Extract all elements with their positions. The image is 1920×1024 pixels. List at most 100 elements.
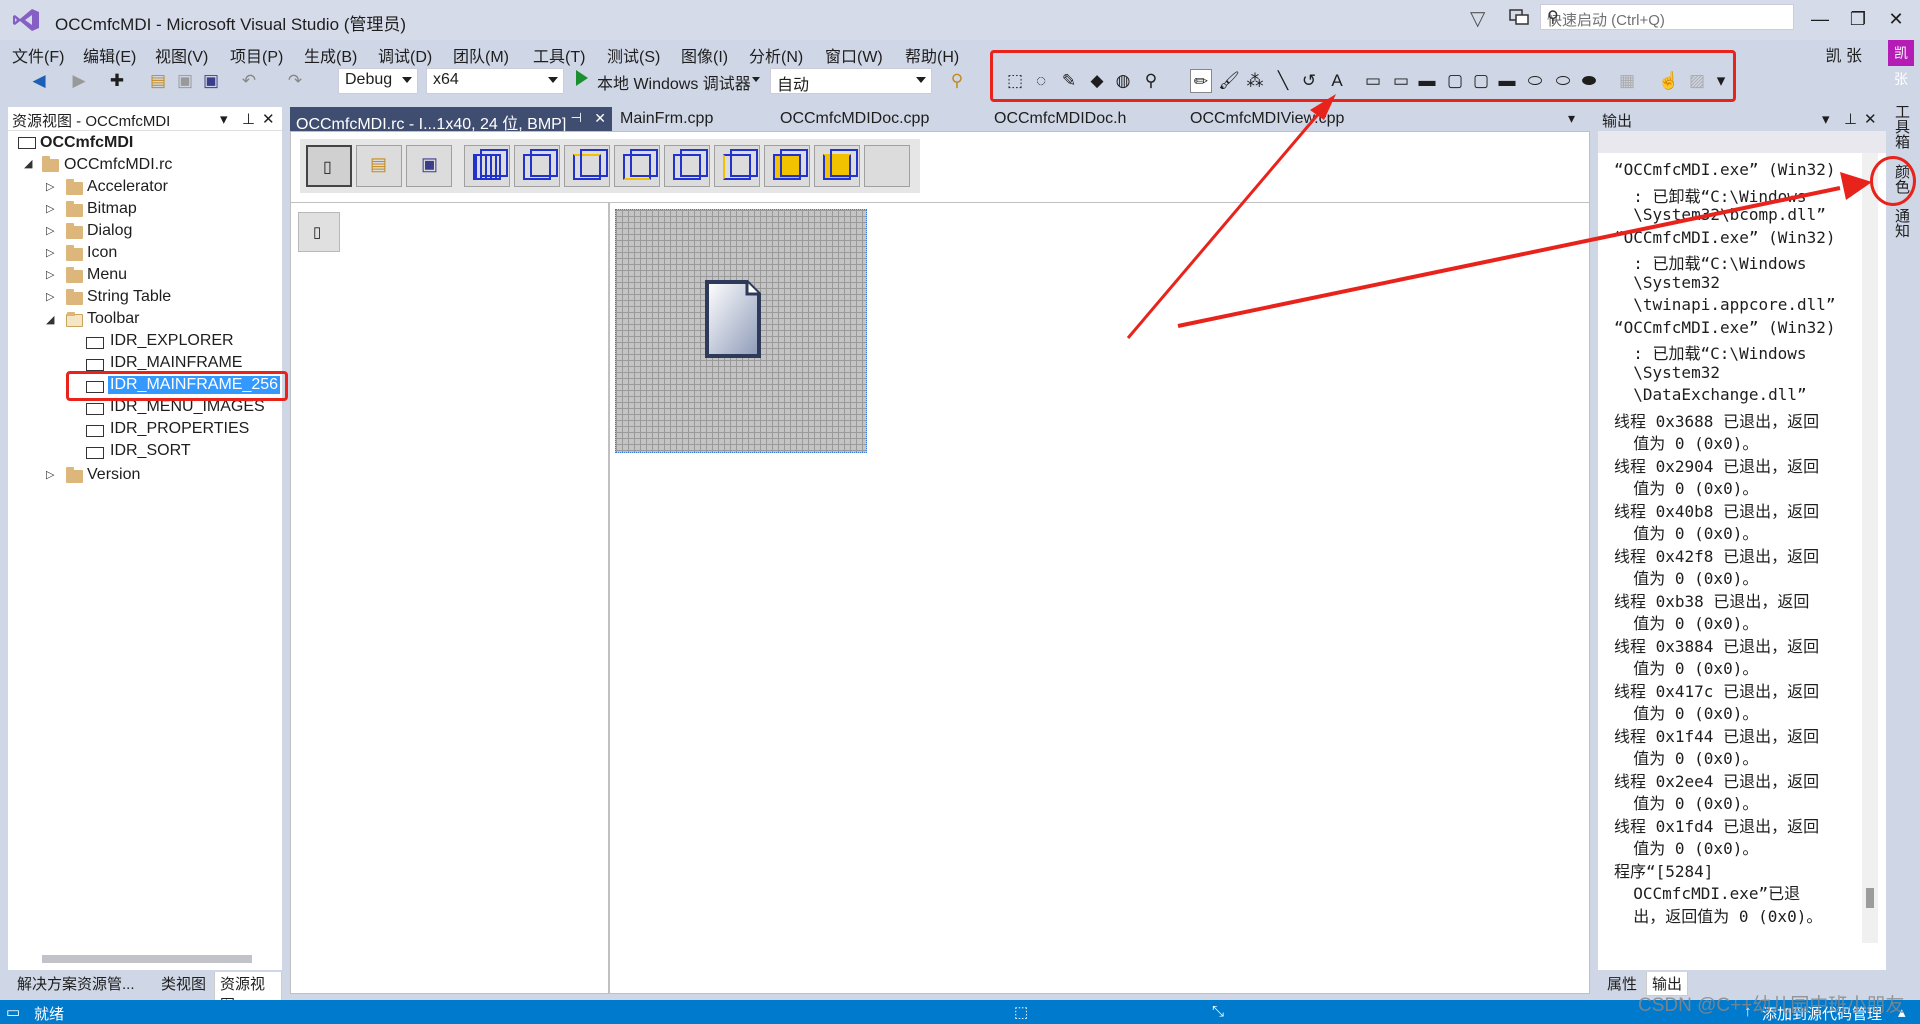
debug-mode-select[interactable]: 自动 [770, 68, 932, 94]
menu-project[interactable]: 项目(P) [230, 43, 283, 67]
toolbar-button-cube-8[interactable] [814, 145, 860, 187]
menu-image[interactable]: 图像(I) [681, 43, 728, 67]
tree-rc-file[interactable]: OCCmfcMDI.rc [64, 156, 172, 174]
expanded-arrow-icon[interactable]: ◢ [24, 157, 32, 170]
avatar[interactable]: 凯张 [1888, 40, 1914, 87]
side-tab-notifications[interactable]: 通知 [1888, 208, 1912, 238]
scrollbar-thumb[interactable] [1866, 888, 1874, 908]
minimize-button[interactable]: — [1800, 4, 1840, 34]
tree-folder-version[interactable]: Version [87, 466, 140, 484]
toolbar-button-cube-7[interactable] [764, 145, 810, 187]
collapsed-arrow-icon[interactable]: ▷ [46, 468, 54, 481]
tab-class-view[interactable]: 类视图 [156, 972, 211, 995]
folder-icon [66, 289, 83, 305]
output-line: 程序“[5284] [1614, 861, 1714, 881]
menu-team[interactable]: 团队(M) [453, 43, 509, 67]
menu-view[interactable]: 视图(V) [155, 43, 208, 67]
collapsed-arrow-icon[interactable]: ▷ [46, 224, 54, 237]
menu-test[interactable]: 测试(S) [607, 43, 660, 67]
tab-rc-bitmap[interactable]: OCCmfcMDI.rc - I...1x40, 24 位, BMP] ⊣ ✕ [290, 107, 612, 133]
tree-item-idr-explorer[interactable]: IDR_EXPLORER [110, 332, 234, 350]
restore-button[interactable]: ❐ [1838, 4, 1878, 34]
collapsed-arrow-icon[interactable]: ▷ [46, 180, 54, 193]
tree-item-idr-mainframe[interactable]: IDR_MAINFRAME [110, 354, 242, 372]
tree-folder-dialog[interactable]: Dialog [87, 222, 132, 240]
tree-folder-toolbar[interactable]: Toolbar [87, 310, 139, 328]
pin-icon[interactable]: ⊥ [242, 110, 255, 128]
play-icon[interactable] [576, 70, 588, 86]
tab-doc-h[interactable]: OCCmfcMDIDoc.h [988, 107, 1132, 131]
expanded-arrow-icon[interactable]: ◢ [46, 313, 54, 326]
toolbar-button-cube-3[interactable] [564, 145, 610, 187]
pin-icon[interactable]: ⊥ [1844, 110, 1857, 128]
tab-mainfrm-cpp[interactable]: MainFrm.cpp [614, 107, 719, 131]
collapsed-arrow-icon[interactable]: ▷ [46, 246, 54, 259]
toolbar-button-save[interactable]: ▣ [406, 145, 452, 187]
close-button[interactable]: ✕ [1876, 4, 1916, 34]
tree-root[interactable]: OCCmfcMDI [40, 134, 133, 152]
toolbar-button-blank[interactable] [864, 145, 910, 187]
tab-properties[interactable]: 属性 [1602, 972, 1642, 995]
button-preview[interactable]: ▯ [298, 212, 340, 252]
scrollbar-thumb[interactable] [42, 955, 252, 963]
back-icon[interactable]: ◀ [28, 69, 50, 93]
tab-list-dropdown-icon[interactable]: ▾ [1568, 110, 1575, 127]
folder-icon [66, 223, 83, 239]
find-icon[interactable]: ⚲ [946, 69, 968, 93]
forward-icon[interactable]: ▶ [68, 69, 90, 93]
open-file-icon[interactable]: ▤ [147, 69, 169, 93]
tab-doc-cpp[interactable]: OCCmfcMDIDoc.cpp [774, 107, 935, 131]
menu-file[interactable]: 文件(F) [12, 43, 64, 67]
toolbar-button-cube-2[interactable] [514, 145, 560, 187]
toolbar-button-new[interactable]: ▯ [306, 145, 352, 187]
filter-icon[interactable]: ▽ [1470, 6, 1492, 30]
tree-item-idr-sort[interactable]: IDR_SORT [110, 442, 191, 460]
menu-tools[interactable]: 工具(T) [533, 43, 585, 67]
redo-icon[interactable]: ↷ [284, 69, 306, 93]
start-debugger-button[interactable]: 本地 Windows 调试器 [597, 70, 751, 94]
menu-debug[interactable]: 调试(D) [378, 43, 432, 67]
close-icon[interactable]: ✕ [262, 110, 275, 128]
tree-folder-string-table[interactable]: String Table [87, 288, 171, 306]
quick-launch-input[interactable]: 快速启动 (Ctrl+Q) ⚲ [1540, 4, 1794, 30]
tree-folder-icon[interactable]: Icon [87, 244, 117, 262]
toolbar-button-cube-6[interactable] [714, 145, 760, 187]
feedback-icon[interactable] [1508, 6, 1530, 28]
tab-view-cpp[interactable]: OCCmfcMDIView.cpp [1184, 107, 1350, 131]
toolbar-button-cube-4[interactable] [614, 145, 660, 187]
menu-window[interactable]: 窗口(W) [825, 43, 883, 67]
new-project-icon[interactable]: ✚ [106, 69, 128, 93]
pin-icon[interactable]: ⊣ [571, 110, 582, 126]
menu-edit[interactable]: 编辑(E) [83, 43, 136, 67]
chevron-down-icon[interactable] [752, 77, 760, 82]
user-name[interactable]: 凯 张 [1826, 42, 1862, 66]
toolbar-button-cube-5[interactable] [664, 145, 710, 187]
close-icon[interactable]: ✕ [1864, 110, 1877, 128]
tree-item-idr-properties[interactable]: IDR_PROPERTIES [110, 420, 249, 438]
collapsed-arrow-icon[interactable]: ▷ [46, 202, 54, 215]
collapsed-arrow-icon[interactable]: ▷ [46, 290, 54, 303]
close-icon[interactable]: ✕ [594, 110, 606, 127]
editor-splitter[interactable] [608, 203, 610, 993]
side-tab-toolbox[interactable]: 工具箱 [1888, 104, 1912, 149]
toolbar-button-open[interactable]: ▤ [356, 145, 402, 187]
platform-select[interactable]: x64 [426, 68, 564, 94]
horizontal-scrollbar[interactable] [18, 952, 272, 966]
save-icon[interactable]: ▣ [174, 69, 196, 93]
tab-solution-explorer[interactable]: 解决方案资源管... [12, 972, 140, 995]
dropdown-icon[interactable]: ▾ [1822, 110, 1830, 128]
collapsed-arrow-icon[interactable]: ▷ [46, 268, 54, 281]
selection-icon: ⬚ [1014, 1004, 1029, 1021]
tree-folder-accelerator[interactable]: Accelerator [87, 178, 168, 196]
tree-folder-bitmap[interactable]: Bitmap [87, 200, 137, 218]
solution-config-select[interactable]: Debug [338, 68, 418, 94]
menu-build[interactable]: 生成(B) [304, 43, 357, 67]
menu-help[interactable]: 帮助(H) [905, 43, 959, 67]
vertical-scrollbar[interactable] [1862, 153, 1878, 943]
undo-icon[interactable]: ↶ [238, 69, 260, 93]
tree-folder-menu[interactable]: Menu [87, 266, 127, 284]
toolbar-button-cube-1[interactable] [464, 145, 510, 187]
dropdown-icon[interactable]: ▾ [220, 110, 228, 128]
save-all-icon[interactable]: ▣ [200, 69, 222, 93]
menu-analyze[interactable]: 分析(N) [749, 43, 803, 67]
